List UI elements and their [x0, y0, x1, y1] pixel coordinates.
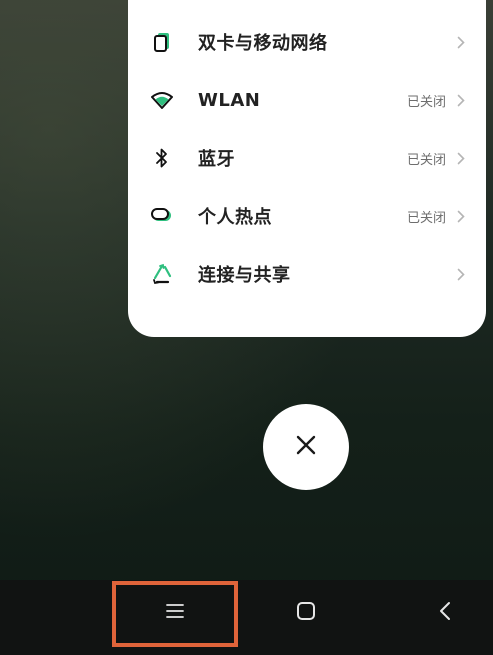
- chevron-right-icon: [454, 151, 468, 165]
- settings-item-label: 蓝牙: [198, 149, 235, 170]
- settings-item-label: 个人热点: [198, 207, 272, 228]
- connection-sharing-icon: [150, 262, 174, 286]
- wifi-icon: [150, 88, 174, 112]
- settings-item-hotspot[interactable]: 个人热点 已关闭: [128, 187, 486, 245]
- settings-item-bluetooth[interactable]: 蓝牙 已关闭: [128, 129, 486, 187]
- home-icon: [296, 601, 316, 625]
- close-button[interactable]: [263, 404, 349, 490]
- settings-item-label: 连接与共享: [198, 265, 291, 286]
- chevron-right-icon: [454, 209, 468, 223]
- recent-apps-button[interactable]: [112, 580, 238, 655]
- navigation-bar: [0, 580, 493, 655]
- settings-item-wlan[interactable]: WLAN 已关闭: [128, 71, 486, 129]
- home-button[interactable]: [276, 580, 336, 655]
- chevron-right-icon: [454, 267, 468, 281]
- close-icon: [294, 433, 318, 461]
- hotspot-icon: [150, 204, 174, 228]
- settings-item-sim-network[interactable]: 双卡与移动网络: [128, 13, 486, 71]
- back-icon: [439, 601, 451, 625]
- back-button[interactable]: [415, 580, 475, 655]
- settings-item-status: 已关闭: [406, 210, 446, 226]
- settings-item-label: WLAN: [198, 89, 261, 111]
- menu-icon: [165, 603, 185, 623]
- chevron-right-icon: [454, 35, 468, 49]
- settings-item-label: 双卡与移动网络: [198, 33, 328, 54]
- settings-panel: 双卡与移动网络 WLAN 已关闭 蓝牙 已关闭 个人热点 已关闭 连接与共享: [128, 0, 486, 337]
- settings-item-status: 已关闭: [406, 94, 446, 110]
- bluetooth-icon: [150, 146, 174, 170]
- settings-item-connection-sharing[interactable]: 连接与共享: [128, 245, 486, 303]
- chevron-right-icon: [454, 93, 468, 107]
- settings-item-status: 已关闭: [406, 152, 446, 168]
- sim-card-icon: [150, 30, 174, 54]
